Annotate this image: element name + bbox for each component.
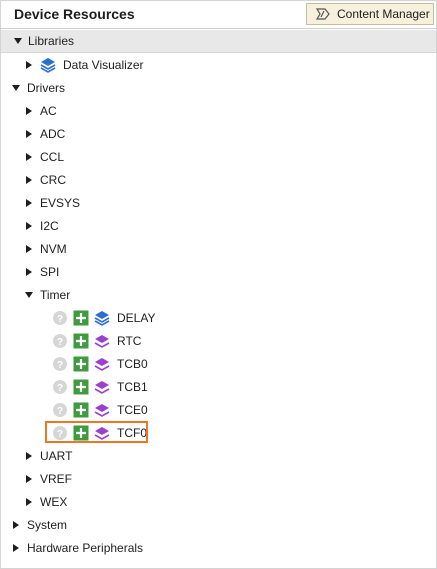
collapsed-arrow-icon[interactable] <box>24 267 34 277</box>
tree-label-tcb1: TCB1 <box>117 380 148 394</box>
collapsed-arrow-icon[interactable] <box>11 543 21 553</box>
plus-square-icon[interactable] <box>73 356 89 372</box>
driver-stack-icon <box>94 358 110 371</box>
collapsed-arrow-icon[interactable] <box>24 198 34 208</box>
collapsed-arrow-icon[interactable] <box>24 175 34 185</box>
tree-node-libraries[interactable]: Libraries <box>1 30 436 53</box>
header-divider <box>0 28 437 29</box>
collapsed-arrow-icon[interactable] <box>24 497 34 507</box>
tree-node-i2c[interactable]: I2C <box>0 215 437 238</box>
tree-label-ccl: CCL <box>40 150 65 164</box>
plus-square-icon[interactable] <box>73 402 89 418</box>
tree-node-tcb1[interactable]: ? TCB1 <box>0 376 437 399</box>
tree-node-ccl[interactable]: CCL <box>0 146 437 169</box>
tree-node-ac[interactable]: AC <box>0 100 437 123</box>
expanded-arrow-icon[interactable] <box>13 36 23 46</box>
driver-stack-icon <box>94 381 110 394</box>
svg-text:?: ? <box>57 383 63 394</box>
tree-node-nvm[interactable]: NVM <box>0 238 437 261</box>
tree-node-rtc[interactable]: ? RTC <box>0 330 437 353</box>
tree-label-crc: CRC <box>40 173 66 187</box>
tree-label-uart: UART <box>40 449 73 463</box>
collapsed-arrow-icon[interactable] <box>24 106 34 116</box>
library-stack-icon <box>94 311 110 326</box>
tree-label-delay: DELAY <box>117 311 156 325</box>
content-manager-button[interactable]: Content Manager <box>306 3 434 25</box>
tcf0-highlight-box <box>45 421 148 443</box>
collapsed-arrow-icon[interactable] <box>24 451 34 461</box>
question-circle-icon[interactable]: ? <box>52 310 68 326</box>
tree-node-tce0[interactable]: ? TCE0 <box>0 399 437 422</box>
tree-node-wex[interactable]: WEX <box>0 491 437 514</box>
tree-label-libraries: Libraries <box>28 34 75 48</box>
tree-label-rtc: RTC <box>117 334 142 348</box>
tree-label-evsys: EVSYS <box>40 196 81 210</box>
collapsed-arrow-icon[interactable] <box>24 244 34 254</box>
collapsed-arrow-icon[interactable] <box>24 152 34 162</box>
tree-node-evsys[interactable]: EVSYS <box>0 192 437 215</box>
content-manager-icon <box>315 8 330 20</box>
tree-label-tce0: TCE0 <box>117 403 148 417</box>
library-stack-icon <box>40 58 56 73</box>
plus-square-icon[interactable] <box>73 333 89 349</box>
tree-node-drivers[interactable]: Drivers <box>0 77 437 100</box>
svg-text:?: ? <box>57 337 63 348</box>
expanded-arrow-icon[interactable] <box>24 290 34 300</box>
collapsed-arrow-icon[interactable] <box>24 129 34 139</box>
driver-stack-icon <box>94 335 110 348</box>
tree-label-tcb0: TCB0 <box>117 357 148 371</box>
tree-node-data-visualizer[interactable]: Data Visualizer <box>0 54 437 77</box>
tree-label-spi: SPI <box>40 265 60 279</box>
tree-node-uart[interactable]: UART <box>0 445 437 468</box>
svg-text:?: ? <box>57 314 63 325</box>
plus-square-icon[interactable] <box>73 379 89 395</box>
collapsed-arrow-icon[interactable] <box>24 221 34 231</box>
tree-node-crc[interactable]: CRC <box>0 169 437 192</box>
tree-label-data-visualizer: Data Visualizer <box>63 58 144 72</box>
tree-node-hardware-peripherals[interactable]: Hardware Peripherals <box>0 537 437 560</box>
content-manager-label: Content Manager <box>337 7 430 21</box>
question-circle-icon[interactable]: ? <box>52 402 68 418</box>
tree-label-drivers: Drivers <box>27 81 65 95</box>
tree-label-hardware-peripherals: Hardware Peripherals <box>27 541 144 555</box>
tree-label-i2c: I2C <box>40 219 59 233</box>
tree-label-system: System <box>27 518 68 532</box>
tree-node-timer[interactable]: Timer <box>0 284 437 307</box>
tree-label-nvm: NVM <box>40 242 67 256</box>
tree-label-ac: AC <box>40 104 57 118</box>
driver-stack-icon <box>94 404 110 417</box>
question-circle-icon[interactable]: ? <box>52 356 68 372</box>
tree-label-adc: ADC <box>40 127 66 141</box>
tree-node-delay[interactable]: ? DELAY <box>0 307 437 330</box>
tree-label-wex: WEX <box>40 495 68 509</box>
collapsed-arrow-icon[interactable] <box>24 60 34 70</box>
tree-label-vref: VREF <box>40 472 73 486</box>
tree-node-vref[interactable]: VREF <box>0 468 437 491</box>
tree-node-system[interactable]: System <box>0 514 437 537</box>
tree-node-adc[interactable]: ADC <box>0 123 437 146</box>
tree-label-timer: Timer <box>40 288 71 302</box>
collapsed-arrow-icon[interactable] <box>24 474 34 484</box>
collapsed-arrow-icon[interactable] <box>11 520 21 530</box>
question-circle-icon[interactable]: ? <box>52 379 68 395</box>
tree-node-tcb0[interactable]: ? TCB0 <box>0 353 437 376</box>
svg-text:?: ? <box>57 406 63 417</box>
tree-node-spi[interactable]: SPI <box>0 261 437 284</box>
svg-text:?: ? <box>57 360 63 371</box>
plus-square-icon[interactable] <box>73 310 89 326</box>
question-circle-icon[interactable]: ? <box>52 333 68 349</box>
panel-title: Device Resources <box>14 6 135 22</box>
expanded-arrow-icon[interactable] <box>11 83 21 93</box>
